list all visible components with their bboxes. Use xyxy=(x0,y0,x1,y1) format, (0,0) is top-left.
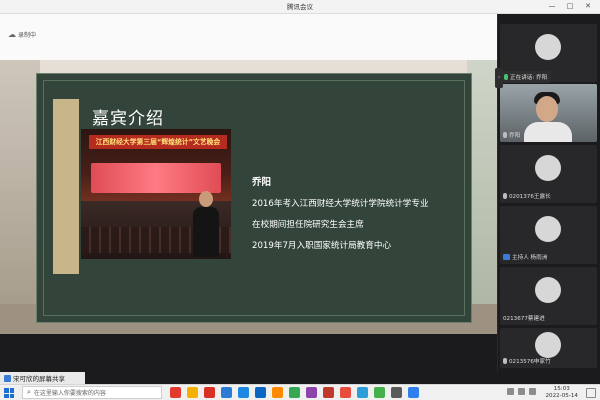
video-person-face xyxy=(536,96,558,122)
taskbar-app-icon[interactable] xyxy=(221,387,232,398)
guest-info-line: 2016年考入江西财经大学统计学院统计学专业 xyxy=(252,199,429,209)
taskbar-app-icon[interactable] xyxy=(323,387,334,398)
screen-share-icon xyxy=(4,374,11,382)
system-tray-icons xyxy=(507,388,536,395)
taskbar-app-icon[interactable] xyxy=(204,387,215,398)
notification-icon[interactable] xyxy=(586,388,596,398)
maximize-button[interactable]: □ xyxy=(562,1,578,12)
participant-tile[interactable]: 主持人 杨雨洲 xyxy=(500,206,597,264)
taskbar-app-icon[interactable] xyxy=(391,387,402,398)
speaking-label: 正在讲话: 乔阳 xyxy=(510,75,548,81)
avatar xyxy=(535,155,561,181)
participant-tile[interactable]: 0213677蔡建进 xyxy=(500,267,597,325)
photo-person-body xyxy=(193,207,219,257)
participant-name-tag: 0213677蔡建进 xyxy=(503,314,545,322)
network-icon[interactable] xyxy=(507,388,514,395)
taskbar-search[interactable]: ⌕ 在这里输入你要搜索的内容 xyxy=(22,386,162,399)
avatar xyxy=(535,34,561,60)
mic-icon xyxy=(503,132,507,138)
taskbar-app-icon[interactable] xyxy=(408,387,419,398)
windows-start-icon[interactable] xyxy=(4,388,14,398)
participant-name: 0213576申家竹 xyxy=(509,359,551,365)
participant-name: 主持人 杨雨洲 xyxy=(512,255,548,261)
host-icon xyxy=(503,254,510,260)
taskbar-clock[interactable]: 15:03 2022-05-14 xyxy=(545,386,578,399)
avatar xyxy=(535,216,561,242)
window-title: 腾讯会议 xyxy=(287,3,313,11)
photo-stage xyxy=(91,163,221,193)
mic-icon xyxy=(503,193,507,199)
guest-info-line: 在校期间担任院研究生会主席 xyxy=(252,220,364,230)
participant-tile[interactable]: 0201376王露长 xyxy=(500,145,597,203)
volume-icon[interactable] xyxy=(518,388,525,395)
photo-person xyxy=(193,191,219,257)
taskbar-app-icon[interactable] xyxy=(306,387,317,398)
windows-taskbar: ⌕ 在这里输入你要搜索的内容 15:03 2022-05-14 xyxy=(0,384,600,400)
participant-name-tag: 0201376王露长 xyxy=(503,192,551,200)
taskbar-date: 2022-05-14 xyxy=(545,392,578,399)
participant-name-tag: 主持人 杨雨洲 xyxy=(503,253,547,261)
speaking-indicator: 正在讲话: 乔阳 xyxy=(500,71,552,83)
avatar xyxy=(535,277,561,303)
minimize-button[interactable]: — xyxy=(544,1,560,12)
participant-name: 乔阳 xyxy=(509,133,521,139)
taskbar-app-icon[interactable] xyxy=(374,387,385,398)
input-method-icon[interactable] xyxy=(529,388,536,395)
guest-name: 乔阳 xyxy=(252,177,272,188)
taskbar-app-icon[interactable] xyxy=(272,387,283,398)
taskbar-app-icon[interactable] xyxy=(340,387,351,398)
photo-banner: 江西财经大学第三届“辉煌统计”文艺晚会 xyxy=(89,135,227,149)
taskbar-app-icon[interactable] xyxy=(289,387,300,398)
slide-title: 嘉宾介绍 xyxy=(92,109,164,129)
taskbar-app-icon[interactable] xyxy=(255,387,266,398)
background-classroom-left xyxy=(0,60,40,334)
window-controls: — □ ✕ xyxy=(544,1,596,12)
collapse-panel-button[interactable]: › xyxy=(495,68,503,88)
mic-icon xyxy=(503,358,507,364)
window-titlebar: 腾讯会议 — □ ✕ xyxy=(0,0,600,14)
recording-status[interactable]: ☁ 录制中 xyxy=(8,30,36,39)
meeting-bottom-bar xyxy=(0,334,497,372)
participant-tile[interactable]: 乔阳 xyxy=(500,84,597,142)
taskbar-app-icon[interactable] xyxy=(170,387,181,398)
participant-name-tag: 0213576申家竹 xyxy=(503,357,551,365)
guest-info: 乔阳 2016年考入江西财经大学统计学院统计学专业 在校期间担任院研究生会主席 … xyxy=(252,174,429,260)
shared-screen: 嘉宾介绍 江西财经大学第三届“辉煌统计”文艺晚会 乔阳 2016年考入江西财经大… xyxy=(0,60,497,334)
mic-icon xyxy=(504,74,508,80)
avatar xyxy=(535,332,561,358)
meeting-toolbar: ☁ 录制中 xyxy=(0,14,497,60)
guest-photo: 江西财经大学第三届“辉煌统计”文艺晚会 xyxy=(81,129,231,259)
taskbar-apps xyxy=(170,387,419,398)
participant-tile[interactable]: 0213576申家竹 xyxy=(500,328,597,368)
participant-name: 0213677蔡建进 xyxy=(503,316,545,322)
video-person-torso xyxy=(524,122,572,142)
guest-info-line: 2019年7月入职国家统计局教育中心 xyxy=(252,241,392,251)
taskbar-app-icon[interactable] xyxy=(238,387,249,398)
presentation-slide: 嘉宾介绍 江西财经大学第三届“辉煌统计”文艺晚会 乔阳 2016年考入江西财经大… xyxy=(36,73,472,323)
taskbar-app-icon[interactable] xyxy=(357,387,368,398)
photo-person-head xyxy=(199,191,213,207)
participants-panel: 正在讲话: 乔阳 乔阳 0201376王露长 主持人 杨雨洲 0213677蔡建… xyxy=(497,14,600,372)
participant-name: 0201376王露长 xyxy=(509,194,551,200)
slide-accent-bar xyxy=(53,99,79,274)
participant-name-tag: 乔阳 xyxy=(503,131,520,139)
screen-share-indicator[interactable]: 宋可欣的屏幕共享 xyxy=(0,372,85,384)
close-button[interactable]: ✕ xyxy=(580,1,596,12)
taskbar-search-placeholder: 在这里输入你要搜索的内容 xyxy=(33,390,106,397)
search-icon: ⌕ xyxy=(27,388,31,396)
cloud-icon: ☁ xyxy=(8,30,16,39)
recording-label: 录制中 xyxy=(18,32,37,39)
taskbar-app-icon[interactable] xyxy=(187,387,198,398)
screen-share-label: 宋可欣的屏幕共享 xyxy=(13,375,65,383)
